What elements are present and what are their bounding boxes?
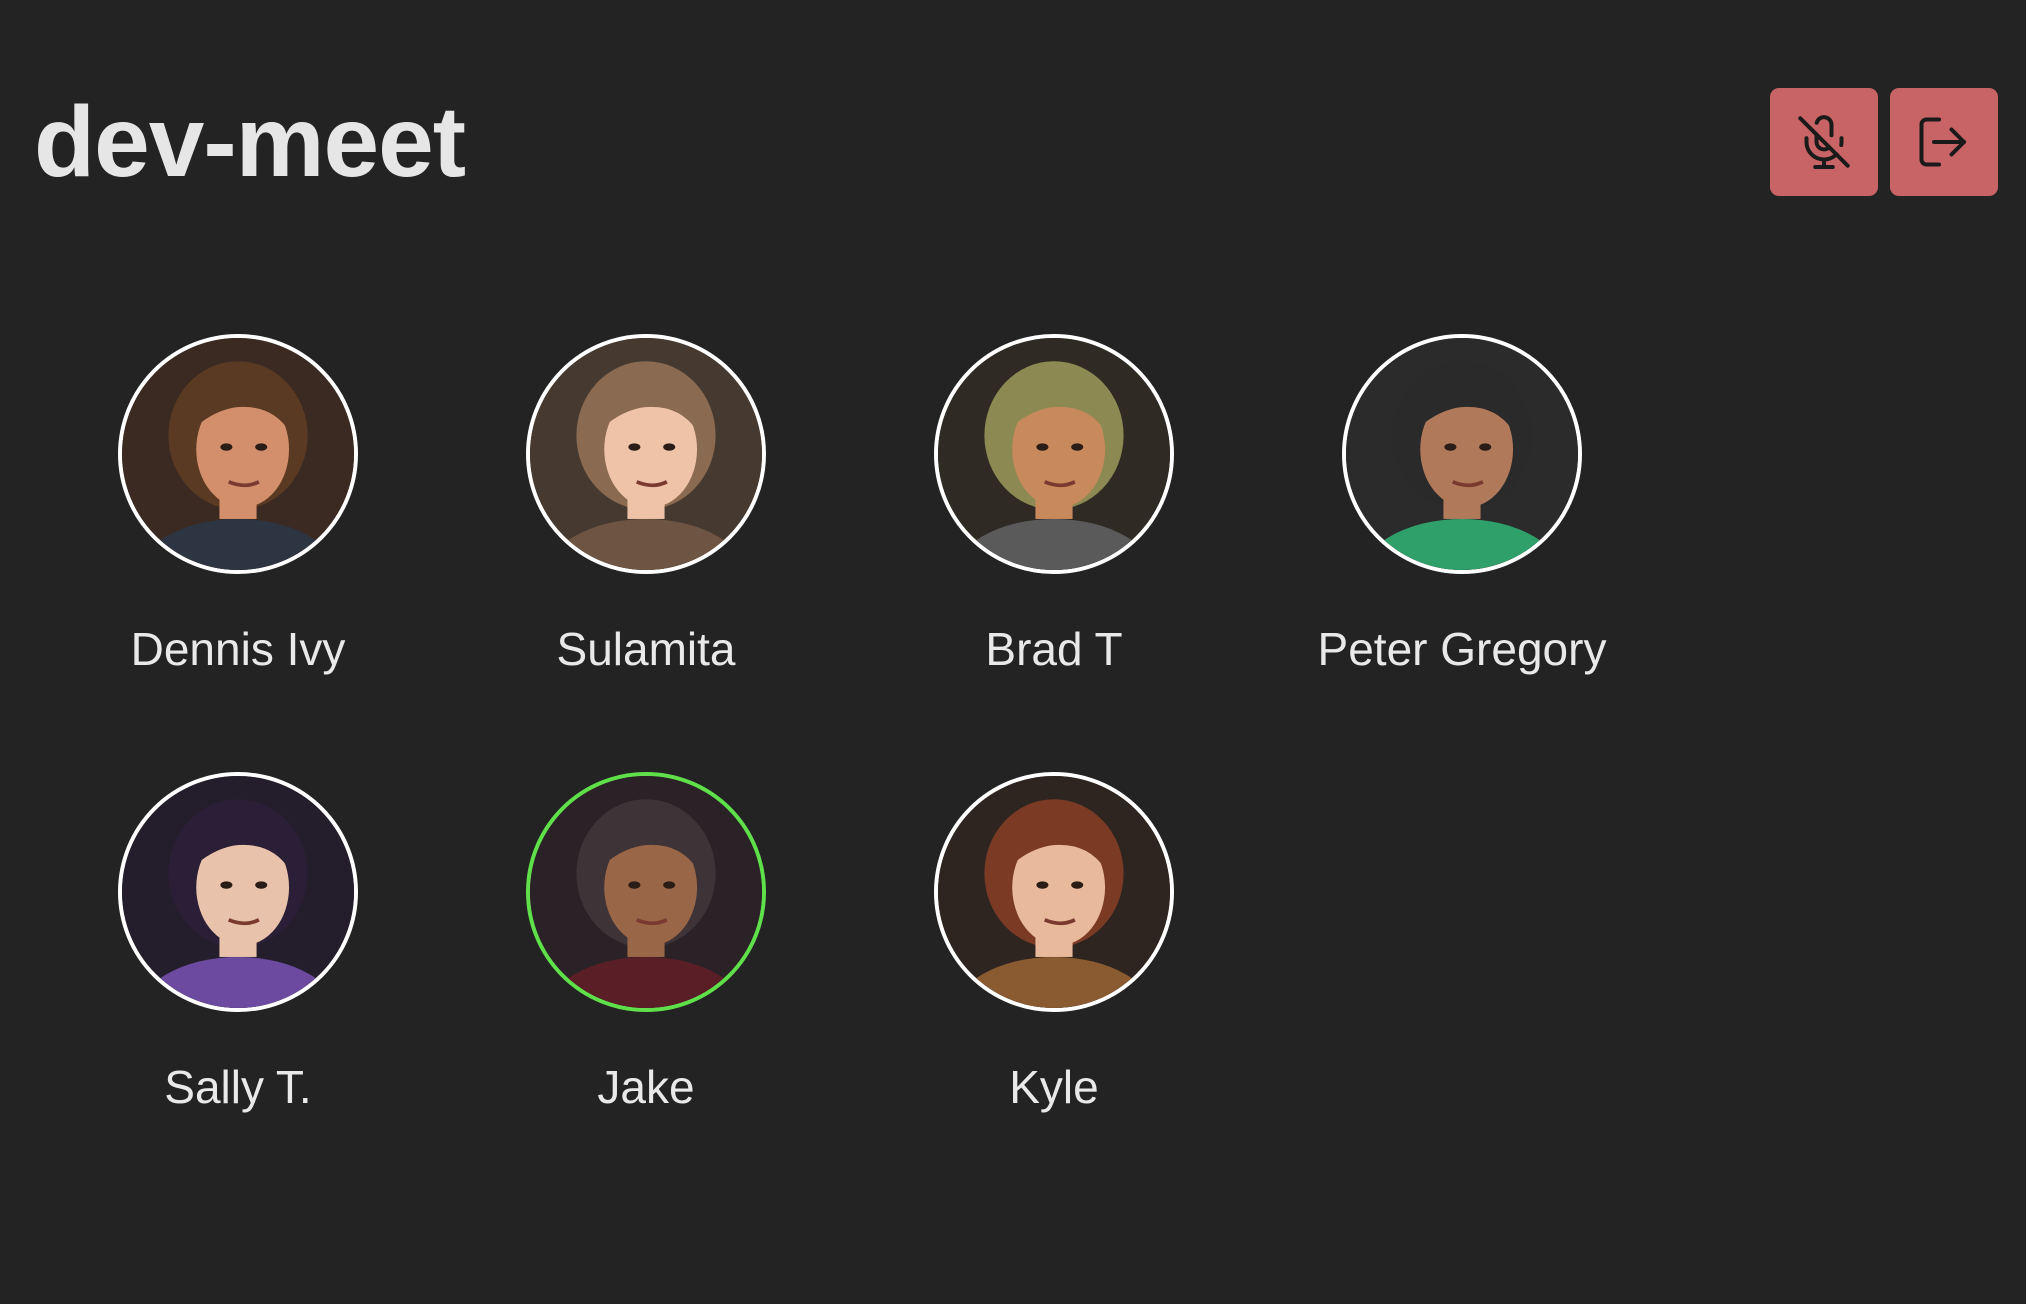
member-tile[interactable]: Sulamita [466, 334, 826, 676]
avatar-portrait [530, 776, 762, 1008]
avatar [934, 334, 1174, 574]
member-tile[interactable]: Brad T [874, 334, 1234, 676]
member-name: Sulamita [556, 623, 736, 675]
avatar-portrait [1346, 338, 1578, 570]
mute-button[interactable] [1770, 88, 1878, 196]
leave-button[interactable] [1890, 88, 1998, 196]
member-name: Dennis Ivy [130, 623, 346, 675]
avatar [526, 772, 766, 1012]
member-tile[interactable]: Peter Gregory [1282, 334, 1642, 676]
avatar [118, 334, 358, 574]
avatar-portrait [122, 338, 354, 570]
member-tile[interactable]: Dennis Ivy [58, 334, 418, 676]
log-out-icon [1919, 117, 1966, 167]
avatar [934, 772, 1174, 1012]
avatar-portrait [122, 776, 354, 1008]
member-tile[interactable]: Kyle [874, 772, 1234, 1114]
member-name: Peter Gregory [1317, 623, 1607, 675]
avatar-portrait [938, 776, 1170, 1008]
avatar [526, 334, 766, 574]
avatar-portrait [938, 338, 1170, 570]
room-title: dev-meet [34, 86, 466, 198]
member-name: Sally T. [164, 1061, 312, 1113]
mic-off-icon [1798, 115, 1850, 169]
call-controls [1770, 88, 1998, 196]
member-name: Kyle [1009, 1061, 1099, 1113]
avatar [1342, 334, 1582, 574]
avatar-portrait [530, 338, 762, 570]
member-tile[interactable]: Sally T. [58, 772, 418, 1114]
member-name: Jake [597, 1061, 695, 1113]
avatar [118, 772, 358, 1012]
member-name: Brad T [985, 623, 1123, 675]
member-tile[interactable]: Jake [466, 772, 826, 1114]
